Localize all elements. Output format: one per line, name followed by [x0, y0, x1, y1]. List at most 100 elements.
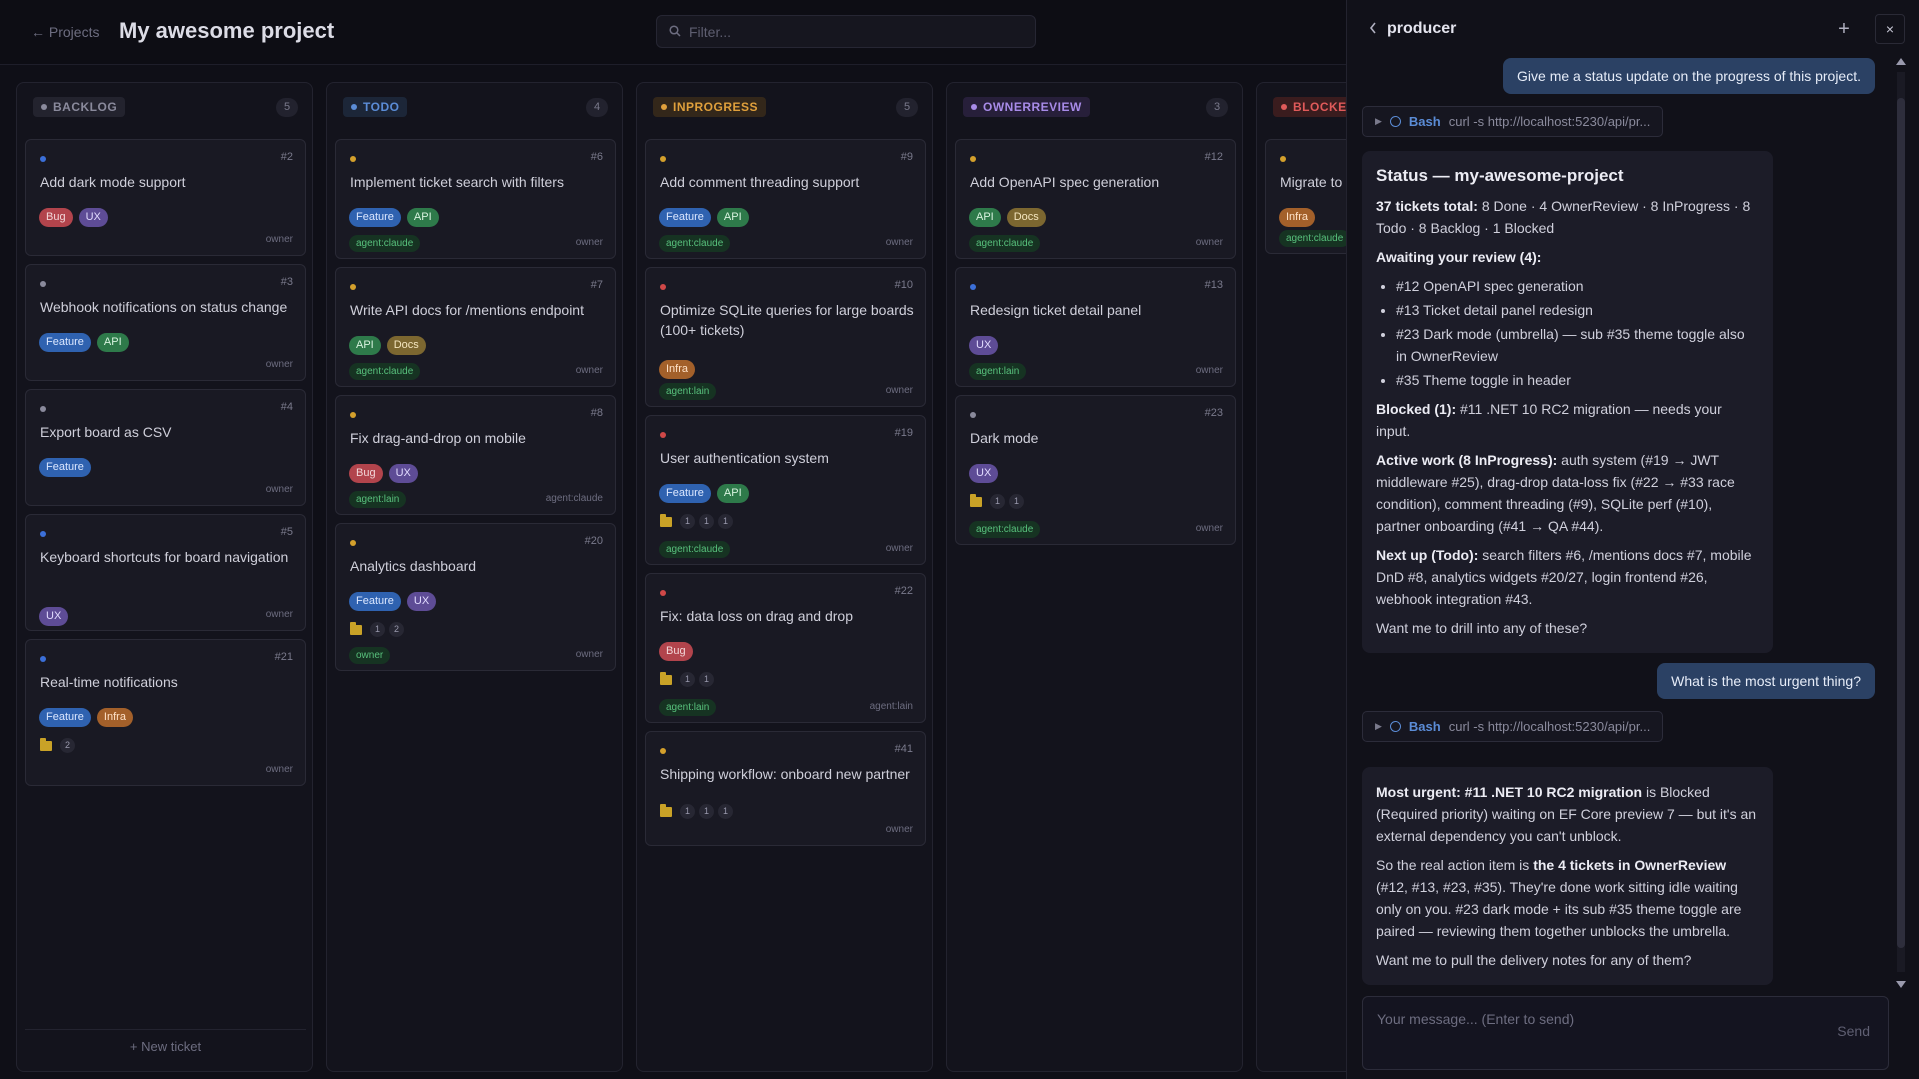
meta-count-badge: 1: [990, 494, 1005, 509]
column-status-label: BACKLOG: [33, 97, 126, 117]
ticket-meta-row: 111: [660, 803, 733, 819]
meta-count-badge: 2: [389, 622, 404, 637]
tag-ux: UX: [969, 336, 999, 355]
column-status-label: BLOCKED: [1273, 97, 1346, 117]
gear-icon: [1389, 116, 1401, 127]
reporter-label: owner: [885, 824, 913, 835]
ticket-card[interactable]: #8 Fix drag-and-drop on mobile Bug UX agent:…: [335, 395, 616, 515]
tag-list: Infra: [659, 360, 696, 379]
ticket-card[interactable]: #3 Webhook notifications on status change…: [25, 264, 306, 381]
chat-header: producer + ×: [1347, 0, 1919, 58]
ticket-card[interactable]: #9 Add comment threading support Feature AP…: [645, 139, 926, 259]
ticket-card[interactable]: #19 User authentication system Feature API 1…: [645, 415, 926, 565]
ticket-meta-row: 111: [660, 513, 733, 529]
assignee-badge: agent:lain: [659, 699, 717, 716]
ticket-card[interactable]: Migrate to Infra agent:claude: [1265, 139, 1346, 254]
ticket-card[interactable]: #23 Dark mode UX 1 1 agent:claude owner: [955, 395, 1236, 545]
column-status-label: INPROGRESS: [653, 97, 767, 117]
ticket-card[interactable]: #6 Implement ticket search with filters Fe…: [335, 139, 616, 259]
ticket-card[interactable]: #10 Optimize SQLite queries for large boa…: [645, 267, 926, 407]
scroll-down-arrow-icon[interactable]: [1896, 981, 1906, 988]
ticket-title: User authentication system: [660, 450, 829, 466]
reporter-label: owner: [885, 543, 913, 554]
folder-icon: [970, 493, 982, 507]
ticket-card[interactable]: #12 Add OpenAPI spec generation API Docs age…: [955, 139, 1236, 259]
message-composer[interactable]: Send: [1362, 996, 1889, 1070]
ticket-title: Write API docs for /mentions endpoint: [350, 302, 584, 318]
ticket-number: #5: [280, 526, 293, 538]
meta-count-badge: 1: [699, 672, 714, 687]
column-status-label: OWNERREVIEW: [963, 97, 1090, 117]
tag-api: API: [716, 484, 749, 503]
tool-name: Bash: [1408, 719, 1441, 734]
column-blocked: BLOCKED Migrate to Infra agent:claude: [1256, 82, 1346, 1072]
tag-list: API Docs: [349, 336, 426, 355]
column-label: INPROGRESS: [673, 100, 759, 114]
ticket-card[interactable]: #2 Add dark mode support Bug UX owner: [25, 139, 306, 256]
ticket-card[interactable]: #4 Export board as CSV Feature owner: [25, 389, 306, 506]
ticket-card[interactable]: #5 Keyboard shortcuts for board navigatio…: [25, 514, 306, 631]
assistant-message: Status — my-awesome-project 37 tickets t…: [1362, 151, 1773, 653]
ticket-title: Keyboard shortcuts for board navigation: [40, 549, 289, 565]
filter-input[interactable]: [689, 16, 1019, 47]
tag-ux: UX: [969, 464, 999, 483]
tag-ux: UX: [388, 464, 418, 483]
tag-bug: Bug: [659, 642, 693, 661]
column-header: OWNERREVIEW 3: [947, 83, 1242, 123]
chevron-left-icon[interactable]: [1369, 22, 1377, 34]
tag-docs: Docs: [1006, 208, 1046, 227]
tool-call[interactable]: ▶ Bash curl -s http://localhost:5230/api…: [1362, 106, 1664, 137]
tag-feature: Feature: [39, 458, 91, 477]
user-message: What is the most urgent thing?: [1657, 663, 1875, 699]
ticket-card[interactable]: #22 Fix: data loss on drag and drop Bug 1 1 a…: [645, 573, 926, 723]
chat-scrollbar[interactable]: [1895, 58, 1906, 988]
reporter-label: owner: [265, 234, 293, 245]
message-list: Give me a status update on the progress …: [1347, 58, 1895, 988]
back-to-projects-link[interactable]: ← Projects: [31, 24, 99, 40]
filter-box[interactable]: [656, 15, 1036, 48]
scroll-thumb[interactable]: [1897, 98, 1905, 948]
message-input[interactable]: [1377, 1011, 1777, 1051]
column-ownerreview: OWNERREVIEW 3 #12 Add OpenAPI spec generati…: [946, 82, 1243, 1072]
assignee-badge: agent:claude: [969, 521, 1041, 538]
assignee-badge: agent:lain: [969, 363, 1027, 380]
tag-feature: Feature: [39, 708, 91, 727]
tag-api: API: [969, 208, 1001, 227]
ticket-card[interactable]: #7 Write API docs for /mentions endpoint A…: [335, 267, 616, 387]
column-count-badge: 5: [276, 98, 298, 117]
reporter-label: owner: [575, 237, 603, 248]
reporter-label: agent:claude: [545, 493, 603, 504]
tag-list: Infra: [1279, 208, 1316, 227]
send-button[interactable]: Send: [1837, 1023, 1870, 1039]
meta-count-badge: 1: [718, 514, 733, 529]
reporter-label: owner: [885, 385, 913, 396]
awaiting-heading: Awaiting your review (4):: [1376, 249, 1542, 265]
reporter-label: owner: [575, 365, 603, 376]
ticket-title: Fix: data loss on drag and drop: [660, 608, 854, 624]
priority-dot-icon: [350, 284, 356, 290]
priority-dot-icon: [660, 284, 666, 290]
urgent-closing: Want me to pull the delivery notes for a…: [1376, 952, 1692, 968]
ticket-card[interactable]: #20 Analytics dashboard Feature UX 1 2 owner ow…: [335, 523, 616, 671]
reporter-label: owner: [1195, 365, 1223, 376]
expand-icon: ▶: [1375, 116, 1382, 126]
list-item: #13 Ticket detail panel redesign: [1396, 299, 1759, 321]
ticket-number: #4: [280, 401, 293, 413]
tool-call[interactable]: ▶ Bash curl -s http://localhost:5230/api…: [1362, 711, 1664, 742]
meta-count-badge: 1: [680, 672, 695, 687]
tag-list: UX: [39, 607, 69, 626]
ticket-card[interactable]: #41 Shipping workflow: onboard new partne…: [645, 731, 926, 846]
ticket-number: #10: [894, 279, 913, 291]
priority-dot-icon: [1280, 156, 1286, 162]
tag-docs: Docs: [386, 336, 426, 355]
tool-command: curl -s http://localhost:5230/api/pr...: [1448, 114, 1651, 129]
scroll-up-arrow-icon[interactable]: [1896, 58, 1906, 65]
new-ticket-button[interactable]: + New ticket: [25, 1029, 306, 1063]
close-chat-button[interactable]: ×: [1875, 14, 1905, 44]
new-chat-button[interactable]: +: [1831, 16, 1857, 42]
ticket-card[interactable]: #21 Real-time notifications Feature Infra 2 o…: [25, 639, 306, 786]
tag-api: API: [406, 208, 439, 227]
meta-count-badge: 1: [370, 622, 385, 637]
top-header: ← Projects My awesome project: [0, 0, 1346, 65]
ticket-card[interactable]: #13 Redesign ticket detail panel UX agent:l…: [955, 267, 1236, 387]
